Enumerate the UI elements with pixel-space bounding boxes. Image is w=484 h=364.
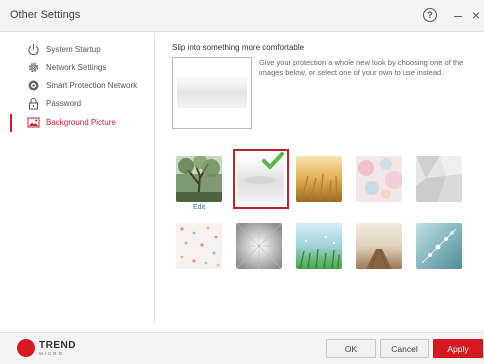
logo-mark-icon [17, 339, 35, 357]
sidebar-item-label: Network Settings [46, 63, 107, 72]
sidebar-item-smart-protection-network[interactable]: Smart Protection Network [0, 77, 154, 95]
apply-button[interactable]: Apply [433, 339, 483, 358]
section-heading: Slip into something more comfortable [172, 43, 305, 52]
sidebar-item-background-picture[interactable]: Background Picture [0, 114, 154, 132]
minimize-button[interactable]: – [452, 7, 464, 23]
thumbnail-pastel-bokeh[interactable] [356, 156, 402, 202]
sidebar-item-password[interactable]: Password [0, 95, 154, 113]
sidebar-item-label: Password [46, 99, 82, 108]
ok-button[interactable]: OK [326, 339, 376, 358]
help-button[interactable]: ? [423, 8, 437, 22]
title-bar: Other Settings ? – × [0, 0, 484, 32]
globe-icon [28, 80, 39, 91]
thumbnail-forest-tree[interactable] [176, 156, 222, 202]
power-icon [28, 44, 39, 56]
thumbnail-silver-radial[interactable] [236, 223, 282, 269]
thumbnail-wooden-dock[interactable] [356, 223, 402, 269]
trend-micro-logo: TREND MICRO [17, 337, 77, 359]
sidebar-item-label: Background Picture [46, 118, 116, 127]
close-button[interactable]: × [470, 7, 482, 23]
preview-image [177, 76, 247, 108]
section-description: Give your protection a whole new look by… [259, 58, 464, 77]
thumbnail-golden-wheat[interactable] [296, 156, 342, 202]
edit-link[interactable]: Edit [193, 204, 205, 211]
sidebar-item-network-settings[interactable]: Network Settings [0, 59, 154, 77]
lock-icon [29, 98, 38, 110]
thumbnail-confetti-dots[interactable] [176, 223, 222, 269]
thumbnail-green-meadow[interactable] [296, 223, 342, 269]
window-title: Other Settings [10, 9, 81, 21]
sidebar-item-label: System Startup [46, 45, 101, 54]
logo-text: TREND [39, 340, 76, 351]
thumbnail-teal-blossoms[interactable] [416, 223, 462, 269]
sidebar-item-label: Smart Protection Network [46, 81, 138, 90]
cancel-button[interactable]: Cancel [380, 339, 429, 358]
background-preview [172, 57, 252, 129]
other-settings-window: Other Settings ? – × System Startup Netw… [0, 0, 484, 364]
gear-icon [29, 63, 38, 72]
sidebar-item-system-startup[interactable]: System Startup [0, 41, 154, 59]
picture-icon [27, 117, 40, 128]
active-indicator [10, 114, 12, 132]
thumbnail-gray-geometric[interactable] [416, 156, 462, 202]
logo-subtext: MICRO [39, 351, 64, 356]
settings-sidebar: System Startup Network Settings Smart Pr… [0, 33, 155, 323]
checkmark-icon [262, 152, 284, 169]
